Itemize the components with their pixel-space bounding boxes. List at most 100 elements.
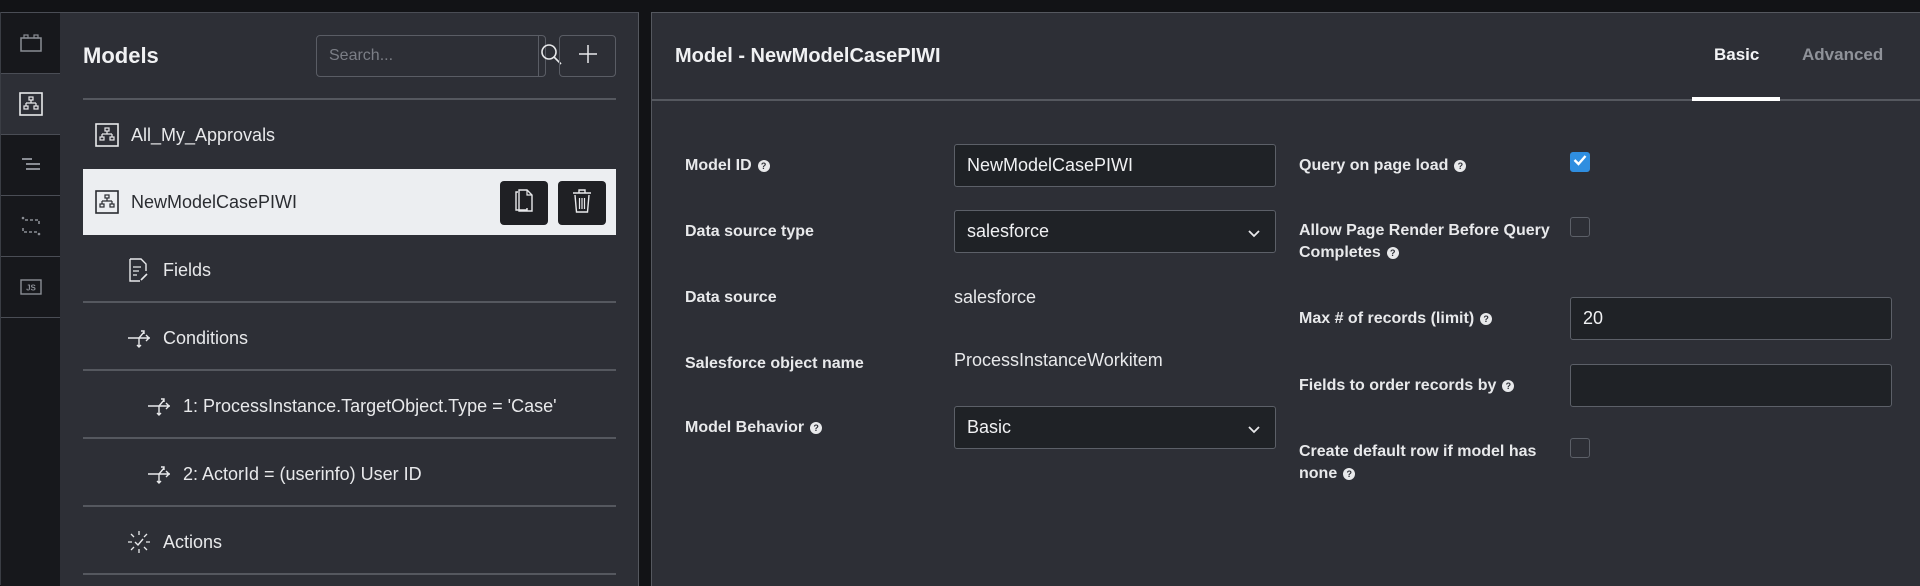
label-text: Allow Page Render Before Query xyxy=(1299,222,1550,239)
model-icon xyxy=(95,190,119,214)
divider xyxy=(83,505,616,507)
data-source-type-select[interactable]: salesforce xyxy=(954,210,1276,253)
sf-object-name-label: Salesforce object name xyxy=(685,355,864,372)
divider xyxy=(83,437,616,439)
help-icon[interactable]: ? xyxy=(810,422,823,434)
tree-label: 2: ActorId = (userinfo) User ID xyxy=(183,463,422,484)
tree-item-fields[interactable]: Fields xyxy=(83,237,616,303)
add-model-button[interactable] xyxy=(559,35,616,77)
chevron-down-icon xyxy=(1247,420,1261,441)
label-text: Fields to order records by xyxy=(1299,377,1497,394)
delete-button[interactable] xyxy=(558,181,606,225)
default-row-label: Create default row if model has none? xyxy=(1299,441,1536,485)
panel-title: Model - NewModelCasePIWI xyxy=(675,45,941,67)
check-icon xyxy=(1573,153,1587,171)
max-records-input[interactable] xyxy=(1583,308,1891,329)
help-icon[interactable]: ? xyxy=(1502,380,1515,392)
select-value: Basic xyxy=(967,417,1012,437)
plus-icon xyxy=(578,44,598,69)
condition-icon xyxy=(147,462,171,486)
data-source-label: Data source xyxy=(685,289,777,306)
model-icon xyxy=(19,92,43,116)
label-text: Model ID xyxy=(685,157,752,174)
max-records-label: Max # of records (limit)? xyxy=(1299,308,1493,330)
block-icon xyxy=(20,34,42,52)
tree-item-condition-2[interactable]: 2: ActorId = (userinfo) User ID xyxy=(83,441,616,507)
actions-icon xyxy=(127,530,151,554)
model-item-all-my-approvals[interactable]: All_My_Approvals xyxy=(83,102,616,168)
rail-item-models[interactable] xyxy=(1,73,61,134)
divider xyxy=(83,573,616,575)
tab-basic[interactable]: Basic xyxy=(1714,45,1759,65)
tree-label: Conditions xyxy=(163,327,249,348)
condition-icon xyxy=(147,394,171,418)
tree-item-conditions[interactable]: Conditions xyxy=(83,305,616,371)
label-text: Create default row if model has xyxy=(1299,443,1537,460)
js-icon: JS xyxy=(20,279,42,295)
chevron-down-icon xyxy=(1247,224,1261,245)
model-id-input[interactable] xyxy=(967,155,1275,176)
fields-icon xyxy=(127,258,151,282)
order-fields-label: Fields to order records by? xyxy=(1299,375,1515,397)
data-source-type-label: Data source type xyxy=(685,223,814,240)
model-id-label: Model ID? xyxy=(685,155,770,177)
query-on-load-label: Query on page load? xyxy=(1299,155,1467,177)
label-text: Max # of records (limit) xyxy=(1299,310,1475,327)
copy-icon xyxy=(514,188,534,218)
model-label: NewModelCasePIWI xyxy=(131,191,298,212)
svg-text:JS: JS xyxy=(26,284,36,293)
query-on-load-checkbox[interactable] xyxy=(1570,152,1590,172)
sf-object-name-value: ProcessInstanceWorkitem xyxy=(954,350,1163,370)
label-text: none xyxy=(1299,465,1338,482)
rail-item-interactions[interactable] xyxy=(1,195,62,256)
model-behavior-select[interactable]: Basic xyxy=(954,406,1276,449)
order-fields-field xyxy=(1570,364,1892,407)
model-icon xyxy=(95,123,119,147)
divider xyxy=(83,98,616,100)
max-records-field xyxy=(1570,297,1892,340)
tree-label: Actions xyxy=(163,531,223,552)
models-panel: Models All_My_Approvals NewModelCasePIWI xyxy=(60,12,639,586)
allow-render-label: Allow Page Render Before Query Completes… xyxy=(1299,220,1550,264)
rail-item-outline[interactable] xyxy=(1,134,62,195)
help-icon[interactable]: ? xyxy=(1343,468,1356,480)
help-icon[interactable]: ? xyxy=(1386,247,1399,259)
interactions-icon xyxy=(20,215,42,237)
row-actions xyxy=(500,181,606,225)
rail-filler xyxy=(1,317,62,586)
model-item-newmodelcasepiwi[interactable]: NewModelCasePIWI xyxy=(83,169,616,235)
help-icon[interactable]: ? xyxy=(757,160,770,172)
allow-render-checkbox[interactable] xyxy=(1570,217,1590,237)
label-text: Query on page load xyxy=(1299,157,1449,174)
label-text: Model Behavior xyxy=(685,419,805,436)
rail-item-components[interactable] xyxy=(1,12,62,73)
rail-item-javascript[interactable]: JS xyxy=(1,256,62,317)
active-tab-indicator xyxy=(1692,97,1780,101)
default-row-checkbox[interactable] xyxy=(1570,438,1590,458)
search-input[interactable] xyxy=(317,36,538,76)
data-source-value: salesforce xyxy=(954,287,1037,307)
tree-item-actions[interactable]: Actions xyxy=(83,509,616,575)
conditions-icon xyxy=(127,326,151,350)
model-label: All_My_Approvals xyxy=(131,124,276,145)
divider xyxy=(83,369,616,371)
model-properties-panel: Model - NewModelCasePIWI Basic Advanced … xyxy=(651,12,1920,586)
model-id-field xyxy=(954,144,1276,187)
outline-icon xyxy=(20,157,42,173)
trash-icon xyxy=(572,188,592,218)
tree-label: Fields xyxy=(163,259,212,280)
help-icon[interactable]: ? xyxy=(1454,160,1467,172)
tree-item-condition-1[interactable]: 1: ProcessInstance.TargetObject.Type = '… xyxy=(83,373,616,439)
tab-advanced[interactable]: Advanced xyxy=(1802,45,1883,65)
panel-title: Models xyxy=(83,43,159,68)
label-text: Completes xyxy=(1299,244,1381,261)
model-behavior-label: Model Behavior? xyxy=(685,417,823,439)
left-rail: JS xyxy=(0,12,62,586)
divider xyxy=(83,301,616,303)
help-icon[interactable]: ? xyxy=(1480,313,1493,325)
clone-button[interactable] xyxy=(500,181,548,225)
select-value: salesforce xyxy=(967,221,1050,241)
order-fields-input[interactable] xyxy=(1583,375,1891,396)
search-box xyxy=(316,35,562,77)
tree-label: 1: ProcessInstance.TargetObject.Type = '… xyxy=(183,395,557,416)
